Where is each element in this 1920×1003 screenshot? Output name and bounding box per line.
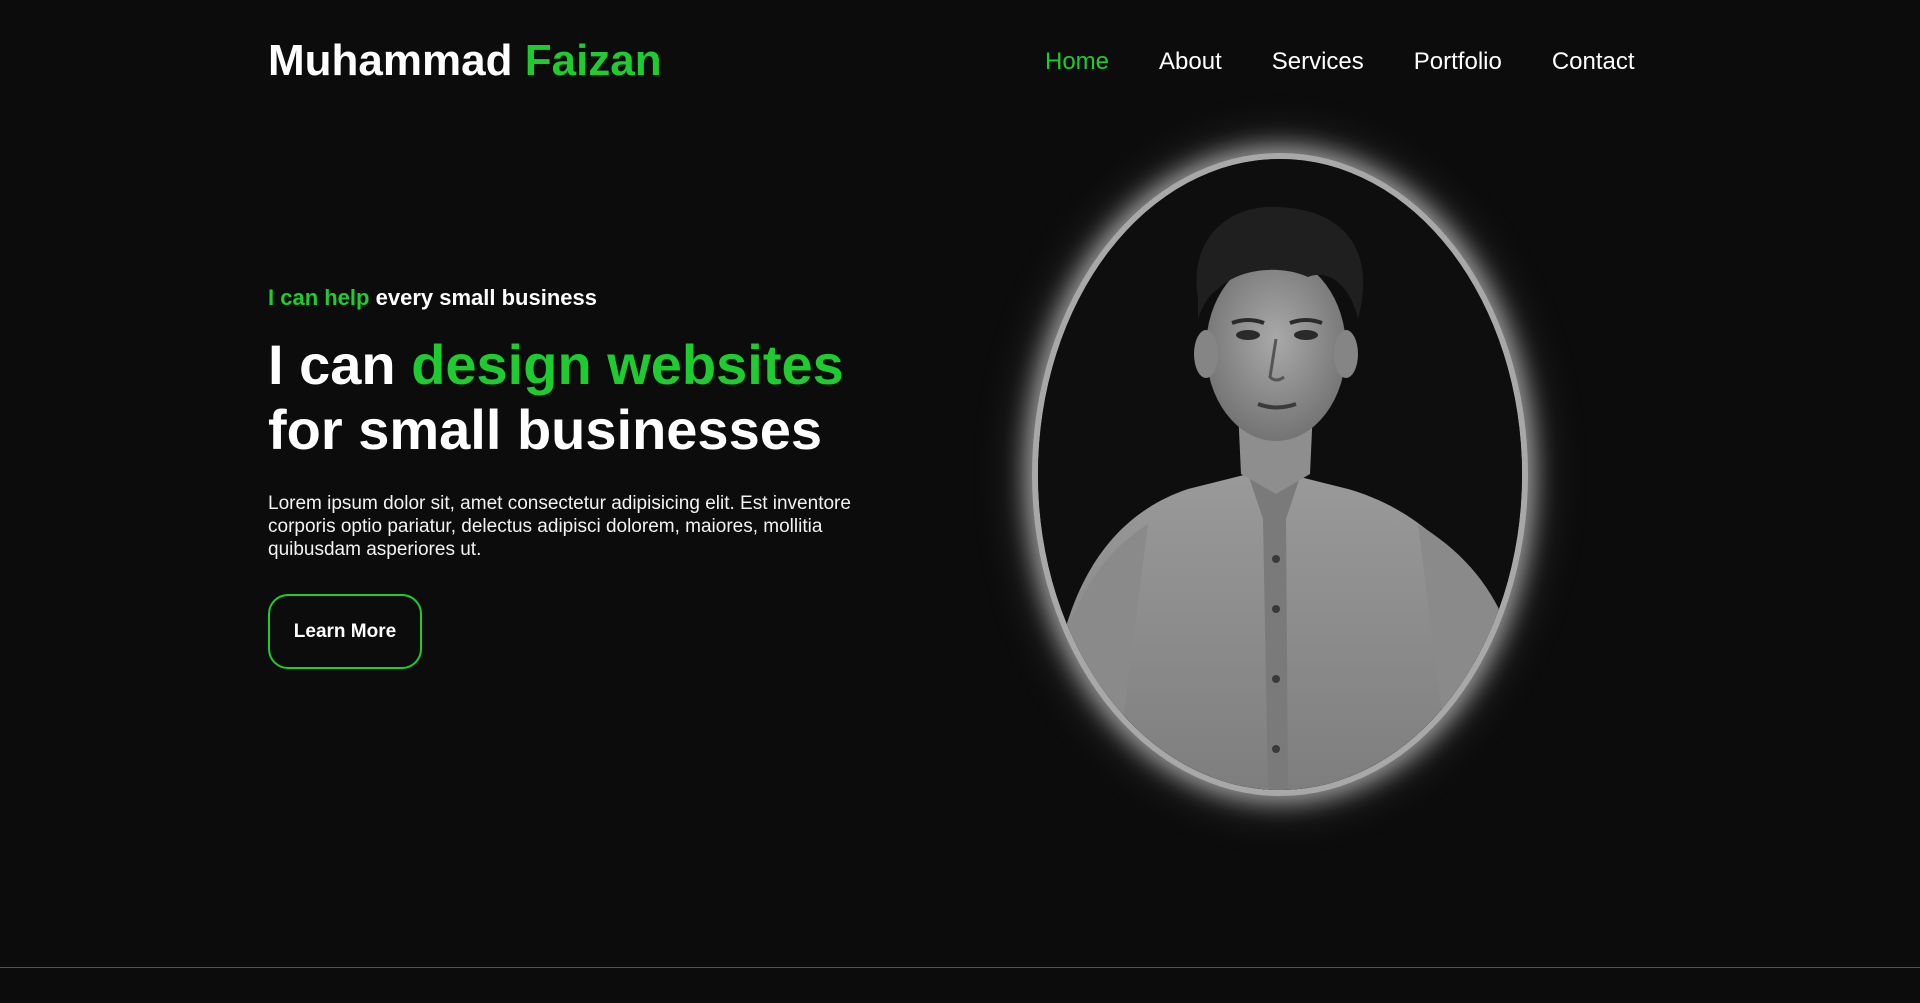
headline-prefix: I can (268, 333, 396, 396)
main-nav: Home About Services Portfolio Contact (1045, 48, 1635, 76)
nav-portfolio-link[interactable]: Portfolio (1414, 48, 1502, 76)
profile-photo-icon (1038, 159, 1522, 790)
site-logo[interactable]: Muhammad Faizan (268, 36, 662, 86)
nav-about-link[interactable]: About (1159, 48, 1222, 76)
hero-headline: I can design websites for small business… (268, 332, 844, 462)
headline-line2: for small businesses (268, 398, 823, 461)
eyebrow-rest: every small business (375, 285, 597, 310)
headline-highlight: design websites (411, 333, 844, 396)
section-divider (0, 967, 1920, 968)
page: Muhammad Faizan Home About Services Port… (0, 0, 1920, 1003)
nav-services-link[interactable]: Services (1272, 48, 1364, 76)
nav-home-link[interactable]: Home (1045, 48, 1109, 76)
logo-first-name: Muhammad (268, 36, 513, 85)
profile-photo (1032, 153, 1528, 796)
logo-last-name: Faizan (524, 36, 662, 85)
hero-eyebrow: I can help every small business (268, 285, 597, 311)
eyebrow-highlight: I can help (268, 285, 370, 310)
nav-contact-link[interactable]: Contact (1552, 48, 1635, 76)
learn-more-button[interactable]: Learn More (268, 594, 422, 669)
hero-description: Lorem ipsum dolor sit, amet consectetur … (268, 493, 851, 560)
